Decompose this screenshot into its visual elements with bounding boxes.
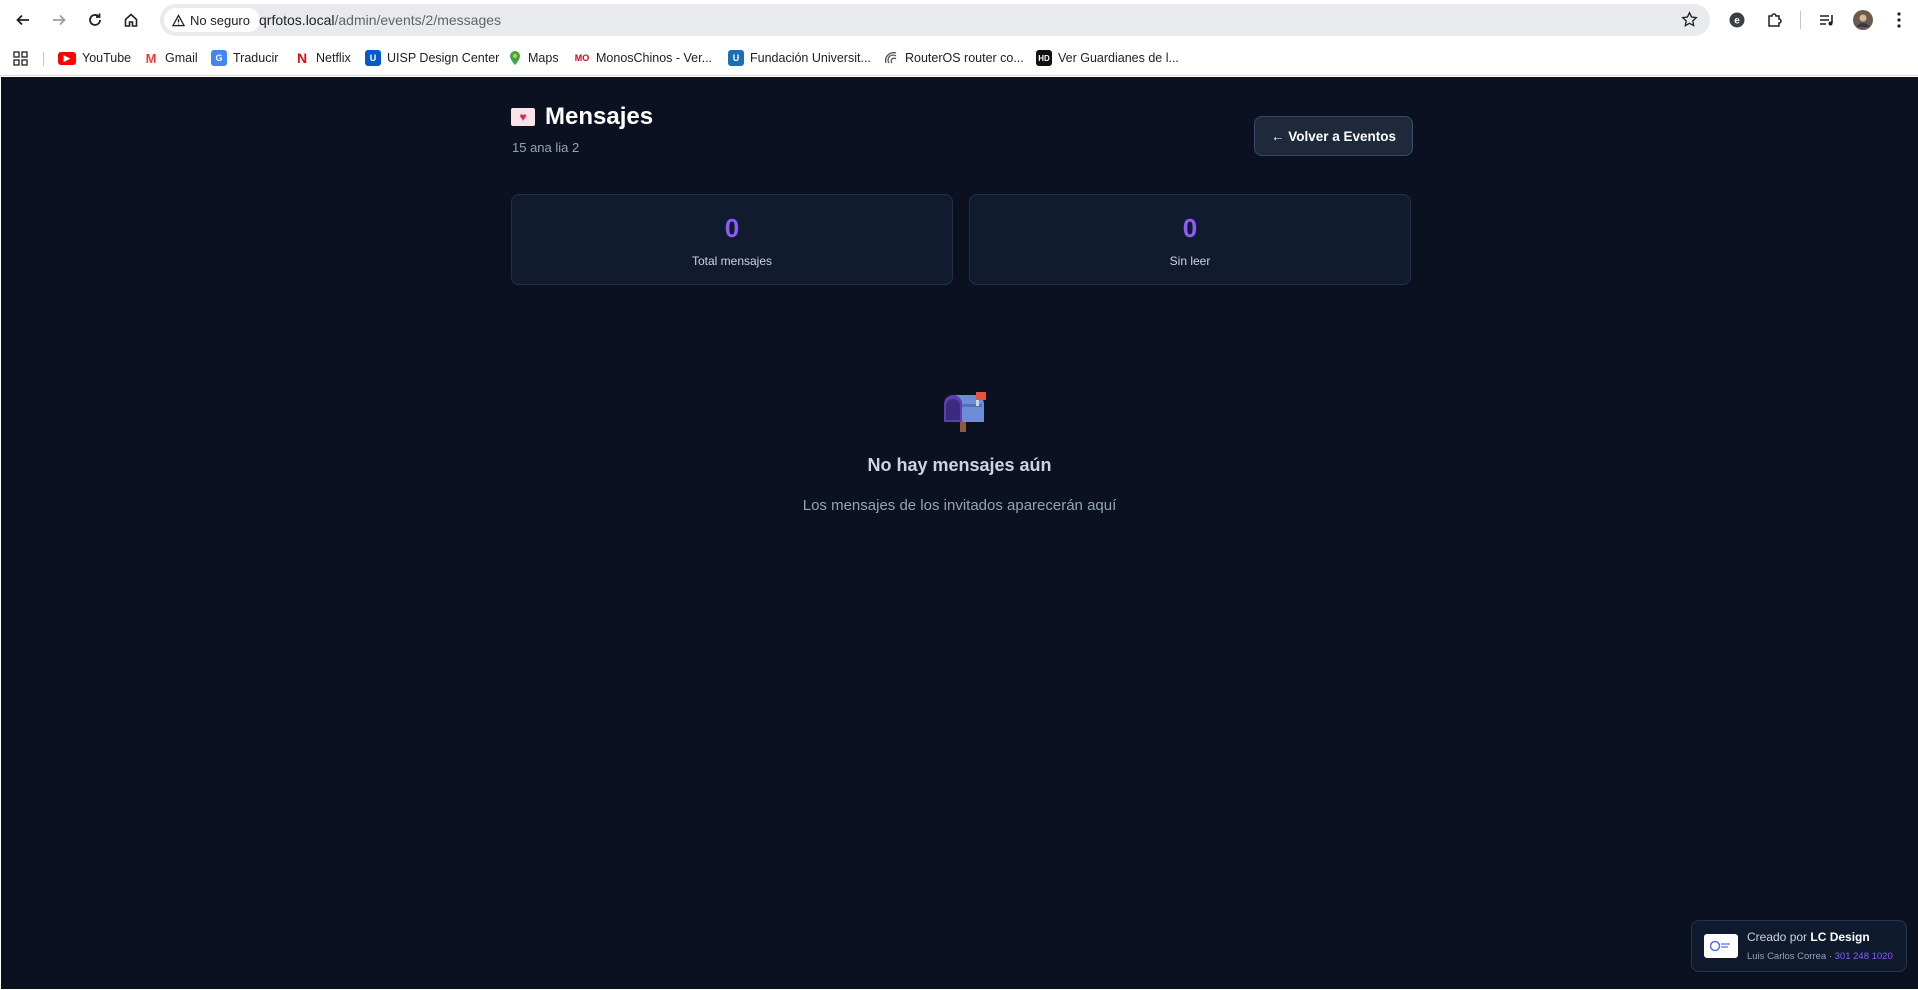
netflix-icon: N [294,50,310,66]
extensions-puzzle-icon[interactable] [1764,9,1786,31]
bookmark-label: MonosChinos - Ver... [596,51,713,65]
security-label: No seguro [190,12,250,28]
bookmark-label: Netflix [316,51,351,65]
kebab-menu-icon[interactable] [1888,9,1910,31]
messages-page: ♥ Mensajes 15 ana lia 2 ← Volver a Event… [1,77,1918,989]
hd-icon: HD [1036,50,1052,66]
bookmark-fundacion[interactable]: U Fundación Universit... [728,48,871,68]
bookmark-label: Fundación Universit... [750,51,871,65]
mailbox-icon [940,390,988,437]
profile-avatar[interactable] [1852,9,1874,31]
bookmark-label: Gmail [165,51,198,65]
monoschinos-icon: MO [574,50,590,66]
bookmark-youtube[interactable]: ▶ YouTube [58,48,131,68]
empty-state-description: Los mensajes de los invitados aparecerán… [802,497,1117,514]
back-arrow-icon[interactable] [9,6,37,34]
page-heading: ♥ Mensajes [511,103,653,131]
credit-contact: Luis Carlos Correa · 301 248 1020 [1747,951,1893,962]
apps-grid-icon[interactable] [13,48,28,68]
bookmark-label: Ver Guardianes de l... [1058,51,1179,65]
gmail-icon: M [143,50,159,66]
bookmark-label: Traducir [233,51,279,65]
youtube-icon: ▶ [58,51,76,65]
stat-value: 0 [724,213,740,243]
bookmark-label: UISP Design Center [387,51,500,65]
bookmarks-divider [43,52,44,66]
url-path: /admin/events/2/messages [334,12,502,28]
maps-icon [510,51,520,65]
media-control-icon[interactable] [1816,9,1838,31]
uisp-icon: U [365,50,381,66]
creator-credit-badge[interactable]: Creado por LC Design Luis Carlos Correa … [1691,920,1907,972]
routeros-icon [885,52,897,64]
reload-icon[interactable] [81,6,109,34]
url-host: qrfotos.local [259,12,335,28]
svg-text:e: e [1734,16,1740,27]
stat-label: Total mensajes [691,254,773,268]
bookmark-star-icon[interactable] [1681,11,1698,33]
credit-line: Creado por LC Design [1747,930,1870,944]
bookmark-uisp[interactable]: U UISP Design Center [365,48,499,68]
warning-icon [172,13,185,26]
forward-arrow-icon[interactable] [45,6,73,34]
toolbar-divider [1800,11,1801,29]
bookmark-routeros[interactable]: RouterOS router co... [883,48,1024,68]
bookmark-traducir[interactable]: G Traducir [211,48,278,68]
url-text[interactable]: qrfotos.local/admin/events/2/messages [259,12,501,28]
browser-toolbar: No seguro qrfotos.local/admin/events/2/m… [0,0,1918,40]
bookmark-label: RouterOS router co... [905,51,1024,65]
credit-author: Luis Carlos Correa · [1747,951,1835,962]
stat-card-total: 0 Total mensajes [511,194,953,285]
bookmark-maps[interactable]: Maps [508,48,559,68]
lc-design-logo [1704,934,1738,958]
security-chip[interactable]: No seguro [164,8,260,32]
extension-e-icon[interactable]: e [1726,9,1748,31]
page-title: Mensajes [545,103,654,130]
bookmark-guardianes[interactable]: HD Ver Guardianes de l... [1036,48,1179,68]
empty-state-title: No hay mensajes aún [867,455,1052,475]
back-to-events-button[interactable]: ← Volver a Eventos [1254,116,1413,156]
stat-card-unread: 0 Sin leer [969,194,1411,285]
credit-phone[interactable]: 301 248 1020 [1835,951,1893,962]
bookmarks-bar: ▶ YouTube M Gmail G Traducir N Netflix U… [0,40,1918,76]
translate-icon: G [211,50,227,66]
address-bar[interactable]: No seguro qrfotos.local/admin/events/2/m… [160,4,1710,36]
credit-prefix: Creado por [1747,930,1811,944]
stat-value: 0 [1182,213,1198,243]
bookmark-gmail[interactable]: M Gmail [143,48,198,68]
event-name: 15 ana lia 2 [512,140,580,155]
home-icon[interactable] [117,6,145,34]
bookmark-label: YouTube [82,51,132,65]
bookmark-label: Maps [528,51,559,65]
bookmark-monoschinos[interactable]: MO MonosChinos - Ver... [574,48,712,68]
bookmark-netflix[interactable]: N Netflix [294,48,351,68]
credit-brand: LC Design [1810,930,1870,944]
love-letter-icon: ♥ [511,108,535,126]
fundacion-icon: U [728,50,744,66]
stat-label: Sin leer [1169,254,1211,268]
